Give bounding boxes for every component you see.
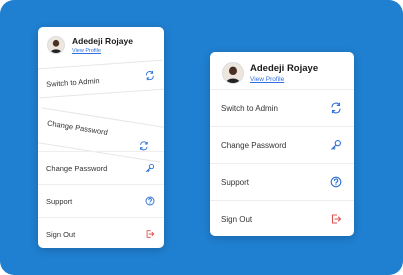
menu-item-label: Support: [221, 178, 250, 187]
key-icon: [145, 163, 155, 173]
user-name: Adedeji Rojaye: [250, 63, 319, 74]
canvas-background: Adedeji Rojaye View Profile Switch to Ad…: [0, 0, 403, 275]
profile-menu-card-variant: Adedeji Rojaye View Profile Switch to Ad…: [38, 27, 164, 248]
switch-icon: [145, 70, 156, 81]
menu-item-switch-to-admin[interactable]: Switch to Admin: [38, 59, 164, 99]
menu-item-label: Support: [46, 197, 73, 206]
menu-item-sign-out[interactable]: Sign Out: [38, 217, 164, 248]
menu-item-label: Switch to Admin: [221, 104, 278, 113]
profile-menu-card: Adedeji Rojaye View Profile Switch to Ad…: [210, 52, 354, 236]
avatar[interactable]: [222, 62, 244, 84]
menu-item-support[interactable]: Support: [210, 163, 354, 200]
logout-icon: [330, 213, 342, 225]
switch-icon: [330, 102, 342, 114]
help-icon: [330, 176, 342, 188]
menu-item-label: Change Password: [46, 164, 108, 173]
user-name: Adedeji Rojaye: [72, 36, 133, 46]
menu-item-label: Sign Out: [221, 215, 253, 224]
profile-header: Adedeji Rojaye View Profile: [38, 27, 164, 61]
menu-item-label: Sign Out: [46, 230, 76, 239]
avatar[interactable]: [47, 36, 65, 54]
menu-item-sign-out[interactable]: Sign Out: [210, 200, 354, 236]
logout-icon: [145, 229, 155, 239]
menu-item-label: Change Password: [46, 118, 109, 137]
view-profile-link[interactable]: View Profile: [250, 76, 284, 83]
menu-item-label: Change Password: [221, 141, 287, 150]
switch-icon: [138, 140, 149, 151]
menu-item-change-password[interactable]: Change Password: [38, 151, 164, 184]
help-icon: [145, 196, 155, 206]
profile-header: Adedeji Rojaye View Profile: [210, 52, 354, 89]
menu-item-label: Switch to Admin: [45, 76, 100, 89]
menu-item-switch-to-admin[interactable]: Switch to Admin: [210, 89, 354, 126]
view-profile-link[interactable]: View Profile: [72, 48, 101, 54]
menu-item-change-password[interactable]: Change Password: [210, 126, 354, 163]
key-icon: [330, 139, 342, 151]
menu-item-support[interactable]: Support: [38, 184, 164, 217]
